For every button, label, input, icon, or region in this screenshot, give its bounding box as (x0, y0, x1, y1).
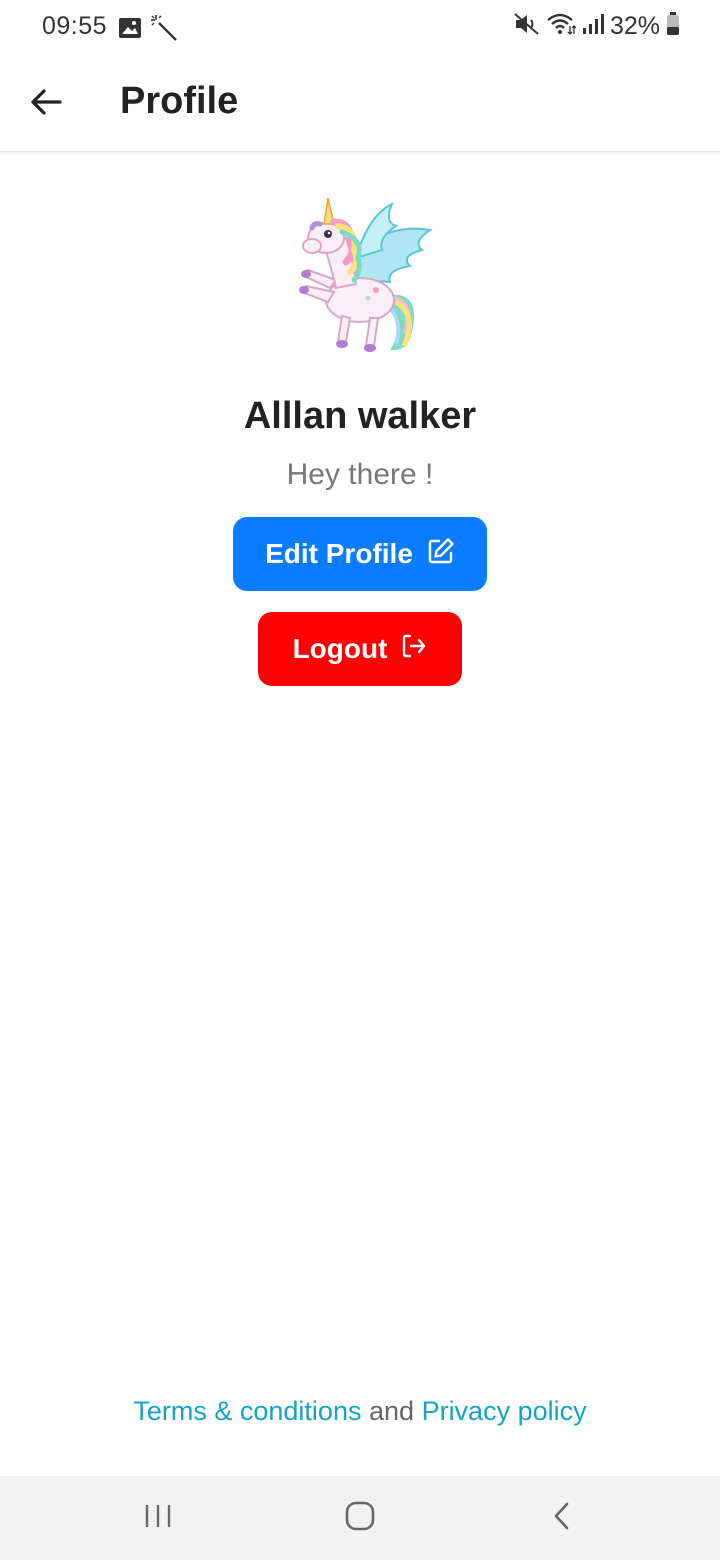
privacy-link[interactable]: Privacy policy (422, 1396, 587, 1426)
logout-button[interactable]: Logout (258, 612, 462, 686)
logout-icon (401, 633, 427, 666)
edit-profile-label: Edit Profile (265, 538, 413, 569)
magic-wand-icon (150, 14, 178, 47)
profile-avatar (272, 192, 448, 368)
page-title: Profile (120, 80, 239, 122)
status-right-icons: 32% (514, 12, 680, 41)
battery-percent: 32% (609, 12, 660, 40)
edit-icon (427, 537, 455, 572)
wifi-icon (546, 12, 577, 41)
status-time: 09:55 (42, 12, 108, 40)
terms-link[interactable]: Terms & conditions (133, 1396, 361, 1426)
recent-apps-icon (143, 1502, 173, 1535)
home-button[interactable] (336, 1496, 384, 1540)
edit-profile-button[interactable]: Edit Profile (233, 517, 487, 591)
profile-name: Alllan walker (243, 395, 477, 437)
battery-icon (666, 12, 680, 41)
mute-icon (514, 12, 540, 41)
system-back-button[interactable] (538, 1496, 586, 1540)
profile-status: Hey there ! (286, 458, 434, 491)
home-icon (344, 1500, 376, 1537)
signal-icon (582, 13, 604, 40)
status-left-icons (118, 14, 178, 47)
image-icon (118, 17, 142, 44)
arrow-left-icon (30, 88, 62, 121)
logout-label: Logout (292, 633, 388, 664)
chevron-left-icon (551, 1501, 573, 1536)
status-bar: 09:55 32% (0, 0, 720, 56)
system-nav-bar (0, 1476, 720, 1560)
back-button[interactable] (22, 80, 70, 128)
recent-apps-button[interactable] (134, 1496, 182, 1540)
footer-and-text: and (368, 1396, 415, 1426)
app-bar: Profile (0, 56, 720, 152)
footer-links: Terms & conditions and Privacy policy (0, 1396, 720, 1427)
